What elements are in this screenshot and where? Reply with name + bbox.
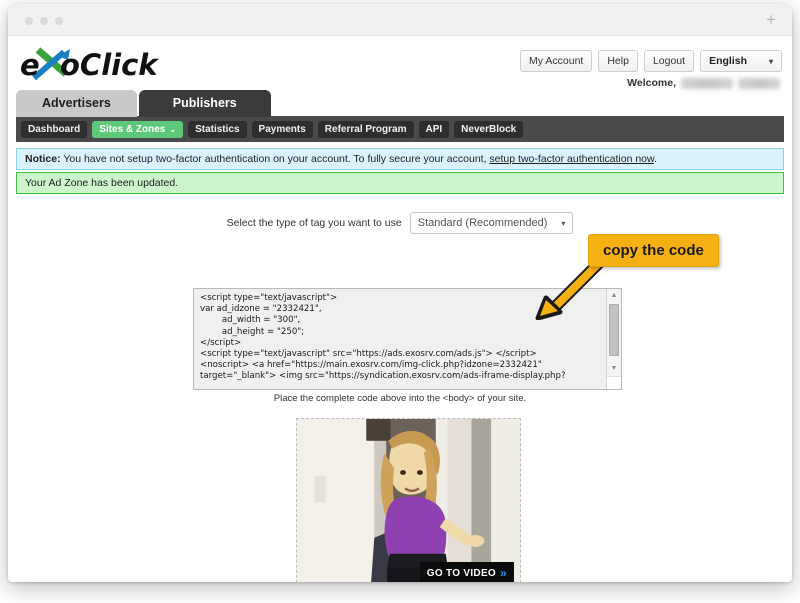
ad-preview[interactable]: GO TO VIDEO » <box>296 418 521 582</box>
scroll-down-icon[interactable]: ▼ <box>607 362 621 375</box>
window-maximize-dot[interactable] <box>55 17 63 25</box>
tag-type-row: Select the type of tag you want to use S… <box>8 212 792 234</box>
help-button[interactable]: Help <box>598 50 638 72</box>
resize-grip-icon[interactable] <box>607 376 621 389</box>
nav-item-api[interactable]: API <box>418 120 450 138</box>
callout-arrow-icon <box>535 258 604 320</box>
nav-item-neverblock[interactable]: NeverBlock <box>454 120 524 138</box>
copy-the-code-callout: copy the code <box>588 234 719 267</box>
tag-type-select-value: Standard (Recommended) <box>417 217 548 229</box>
two-factor-notice: Notice: You have not setup two-factor au… <box>16 148 784 170</box>
nav-item-sites-and-zones-label: Sites & Zones <box>99 123 166 135</box>
chevron-down-icon: ▾ <box>561 218 566 228</box>
language-select-value: English <box>709 55 747 67</box>
tab-advertisers[interactable]: Advertisers <box>16 90 137 117</box>
exoclick-logo-svg: e oClick <box>20 47 159 82</box>
code-instructions: Place the complete code above into the <… <box>273 393 527 404</box>
language-select[interactable]: English ▾ <box>700 50 782 72</box>
main-navigation: Dashboard Sites & Zones ⌄ Statistics Pay… <box>16 116 784 142</box>
chevron-down-icon: ▾ <box>768 56 773 66</box>
account-type-tabs: Advertisers Publishers <box>16 90 271 117</box>
notice-text: You have not setup two-factor authentica… <box>60 153 490 165</box>
window-minimize-dot[interactable] <box>40 17 48 25</box>
chevron-down-icon: ⌄ <box>169 124 177 134</box>
scrollbar-thumb[interactable] <box>609 304 619 356</box>
svg-text:e: e <box>20 48 40 82</box>
success-text: Your Ad Zone has been updated. <box>25 177 179 189</box>
callout-text: copy the code <box>603 242 704 259</box>
go-to-video-button[interactable]: GO TO VIDEO » <box>419 562 514 582</box>
double-chevron-right-icon: » <box>500 566 507 580</box>
code-scrollbar[interactable]: ▲ ▼ <box>606 289 621 389</box>
nav-item-referral-program[interactable]: Referral Program <box>317 120 414 138</box>
new-tab-button[interactable]: + <box>760 9 782 31</box>
nav-item-payments[interactable]: Payments <box>251 120 313 138</box>
redacted-username-last <box>738 77 780 89</box>
notice-prefix: Notice: <box>25 153 61 165</box>
ad-creative-image <box>297 419 520 582</box>
svg-text:oClick: oClick <box>60 48 159 82</box>
header-actions: My Account Help Logout English ▾ <box>520 50 782 72</box>
scroll-up-icon[interactable]: ▲ <box>607 289 621 302</box>
welcome-label: Welcome, <box>627 77 676 89</box>
tag-type-select[interactable]: Standard (Recommended) ▾ <box>409 212 574 234</box>
my-account-button[interactable]: My Account <box>520 50 593 72</box>
nav-item-dashboard[interactable]: Dashboard <box>21 120 88 138</box>
notice-suffix: . <box>654 153 657 165</box>
site-header: e oClick My Account Help Logout English … <box>8 36 792 89</box>
nav-item-statistics[interactable]: Statistics <box>188 120 247 138</box>
browser-chrome-bar: + <box>8 4 792 36</box>
browser-window: + e oClick My Account Help Logout Englis… <box>8 4 792 582</box>
window-close-dot[interactable] <box>25 17 33 25</box>
nav-item-sites-and-zones[interactable]: Sites & Zones ⌄ <box>92 120 184 138</box>
cta-label: GO TO VIDEO <box>426 567 497 579</box>
page-content: e oClick My Account Help Logout English … <box>8 36 792 582</box>
tab-publishers[interactable]: Publishers <box>138 90 271 117</box>
tag-type-label: Select the type of tag you want to use <box>226 217 402 229</box>
redacted-username-first <box>681 77 733 89</box>
logout-button[interactable]: Logout <box>643 50 695 72</box>
welcome-row: Welcome, <box>627 77 780 89</box>
ad-zone-updated-notice: Your Ad Zone has been updated. <box>16 172 784 194</box>
exoclick-logo[interactable]: e oClick <box>18 44 168 84</box>
setup-two-factor-link[interactable]: setup two-factor authentication now <box>489 153 654 165</box>
